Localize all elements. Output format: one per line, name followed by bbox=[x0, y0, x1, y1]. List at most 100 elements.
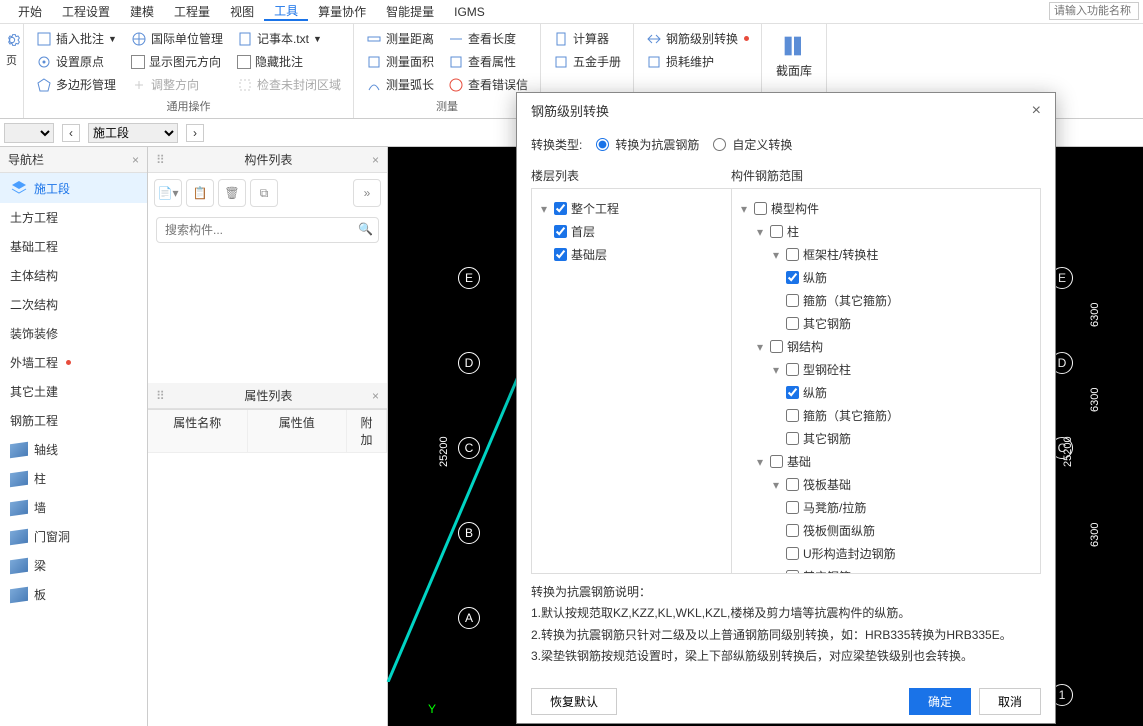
floor-checkbox[interactable] bbox=[554, 225, 567, 238]
more-btn[interactable]: » bbox=[353, 179, 381, 207]
calculator[interactable]: 计算器 bbox=[549, 28, 625, 49]
notepad[interactable]: 记事本.txt▼ bbox=[233, 28, 345, 49]
txt-icon bbox=[237, 31, 253, 47]
nav-item[interactable]: 二次结构 bbox=[0, 290, 147, 319]
rebar-convert[interactable]: 钢筋级别转换 bbox=[642, 28, 753, 49]
section-library[interactable]: 截面库 bbox=[770, 28, 818, 83]
close-icon[interactable]: × bbox=[372, 153, 379, 167]
menu-item[interactable]: IGMS bbox=[444, 5, 495, 19]
prop-header: ⠿属性列表 × bbox=[148, 383, 387, 409]
cancel-button[interactable]: 取消 bbox=[979, 688, 1041, 715]
tree-checkbox[interactable] bbox=[786, 386, 799, 399]
next-btn[interactable]: › bbox=[186, 124, 204, 142]
layer-select[interactable] bbox=[4, 123, 54, 143]
loss-maintain[interactable]: 损耗维护 bbox=[642, 51, 753, 72]
prev-btn[interactable]: ‹ bbox=[62, 124, 80, 142]
tree-checkbox[interactable] bbox=[786, 478, 799, 491]
expand-icon[interactable]: ▾ bbox=[754, 455, 766, 469]
nav-item[interactable]: 装饰装修 bbox=[0, 319, 147, 348]
reset-button[interactable]: 恢复默认 bbox=[531, 688, 617, 715]
nav-item-slab[interactable]: 板 bbox=[0, 580, 147, 609]
menu-item[interactable]: 工程量 bbox=[164, 3, 220, 20]
unit-manage[interactable]: 国际单位管理 bbox=[127, 28, 227, 49]
tree-checkbox[interactable] bbox=[786, 432, 799, 445]
tree-checkbox[interactable] bbox=[770, 225, 783, 238]
expand-icon[interactable]: ▾ bbox=[754, 225, 766, 239]
adjust-direction: 调整方向 bbox=[127, 74, 227, 95]
nav-item[interactable]: 土方工程 bbox=[0, 203, 147, 232]
close-icon[interactable]: × bbox=[1032, 102, 1041, 120]
nav-item-opening[interactable]: 门窗洞 bbox=[0, 522, 147, 551]
nav-item-wall[interactable]: 墙 bbox=[0, 493, 147, 522]
arrows-icon bbox=[131, 77, 147, 93]
expand-icon[interactable]: ▾ bbox=[770, 363, 782, 377]
axis-marker: B bbox=[458, 522, 480, 544]
tree-checkbox[interactable] bbox=[786, 248, 799, 261]
nav-item[interactable]: 钢筋工程 bbox=[0, 406, 147, 435]
delete-btn[interactable]: 🗑 bbox=[218, 179, 246, 207]
copy-btn[interactable]: 📋 bbox=[186, 179, 214, 207]
close-icon[interactable]: × bbox=[132, 153, 139, 167]
menu-item-active[interactable]: 工具 bbox=[264, 2, 308, 21]
polygon-manage[interactable]: 多边形管理 bbox=[32, 74, 121, 95]
tree-checkbox[interactable] bbox=[754, 202, 767, 215]
nav-item-axis[interactable]: 轴线 bbox=[0, 435, 147, 464]
stage-select[interactable]: 施工段 bbox=[88, 123, 178, 143]
menu-item[interactable]: 智能提量 bbox=[376, 3, 444, 20]
nav-item-column[interactable]: 柱 bbox=[0, 464, 147, 493]
close-icon[interactable]: × bbox=[372, 389, 379, 403]
tree-checkbox[interactable] bbox=[786, 501, 799, 514]
hide-annotation[interactable]: 隐藏批注 bbox=[233, 51, 345, 72]
tree-checkbox[interactable] bbox=[786, 570, 799, 573]
nav-header: 导航栏 × bbox=[0, 147, 147, 173]
comp-search-input[interactable] bbox=[156, 217, 379, 243]
view-props[interactable]: 查看属性 bbox=[444, 51, 532, 72]
expand-icon[interactable]: ▾ bbox=[738, 202, 750, 216]
measure-distance[interactable]: 测量距离 bbox=[362, 28, 438, 49]
hardware-manual[interactable]: 五金手册 bbox=[549, 51, 625, 72]
tree-checkbox[interactable] bbox=[786, 294, 799, 307]
tree-checkbox[interactable] bbox=[770, 455, 783, 468]
settings-button[interactable] bbox=[2, 28, 21, 52]
expand-icon[interactable]: ▾ bbox=[770, 478, 782, 492]
tree-checkbox[interactable] bbox=[786, 547, 799, 560]
menu-item[interactable]: 工程设置 bbox=[52, 3, 120, 20]
expand-icon[interactable]: ▾ bbox=[754, 340, 766, 354]
radio-seismic[interactable] bbox=[596, 138, 609, 151]
expand-icon[interactable]: ▾ bbox=[770, 248, 782, 262]
expand-icon[interactable]: ▾ bbox=[538, 202, 550, 216]
insert-annotation[interactable]: 插入批注▼ bbox=[32, 28, 121, 49]
radio-custom[interactable] bbox=[713, 138, 726, 151]
tree-checkbox[interactable] bbox=[786, 363, 799, 376]
nav-item[interactable]: 基础工程 bbox=[0, 232, 147, 261]
floor-checkbox[interactable] bbox=[554, 248, 567, 261]
menu-item[interactable]: 算量协作 bbox=[308, 3, 376, 20]
function-search-input[interactable] bbox=[1049, 2, 1139, 20]
tree-checkbox[interactable] bbox=[786, 409, 799, 422]
nav-item-beam[interactable]: 梁 bbox=[0, 551, 147, 580]
cube-icon bbox=[10, 441, 28, 458]
nav-item[interactable]: 外墙工程 bbox=[0, 348, 147, 377]
menu-item[interactable]: 建模 bbox=[120, 3, 164, 20]
view-length[interactable]: 查看长度 bbox=[444, 28, 532, 49]
dup-btn[interactable]: ⧉ bbox=[250, 179, 278, 207]
nav-item[interactable]: 主体结构 bbox=[0, 261, 147, 290]
rebar-icon bbox=[646, 31, 662, 47]
set-origin[interactable]: 设置原点 bbox=[32, 51, 121, 72]
tree-checkbox[interactable] bbox=[786, 524, 799, 537]
measure-arc[interactable]: 测量弧长 bbox=[362, 74, 438, 95]
measure-area[interactable]: 测量面积 bbox=[362, 51, 438, 72]
tree-checkbox[interactable] bbox=[770, 340, 783, 353]
menu-item[interactable]: 开始 bbox=[8, 3, 52, 20]
tree-checkbox[interactable] bbox=[786, 271, 799, 284]
length-icon bbox=[448, 31, 464, 47]
nav-item[interactable]: 其它土建 bbox=[0, 377, 147, 406]
show-direction[interactable]: 显示图元方向 bbox=[127, 51, 227, 72]
ok-button[interactable]: 确定 bbox=[909, 688, 971, 715]
tree-checkbox[interactable] bbox=[786, 317, 799, 330]
new-btn[interactable]: 📄▾ bbox=[154, 179, 182, 207]
floor-checkbox[interactable] bbox=[554, 202, 567, 215]
menu-item[interactable]: 视图 bbox=[220, 3, 264, 20]
nav-item-stage[interactable]: 施工段 bbox=[0, 173, 147, 203]
search-icon[interactable]: 🔍 bbox=[358, 222, 373, 236]
